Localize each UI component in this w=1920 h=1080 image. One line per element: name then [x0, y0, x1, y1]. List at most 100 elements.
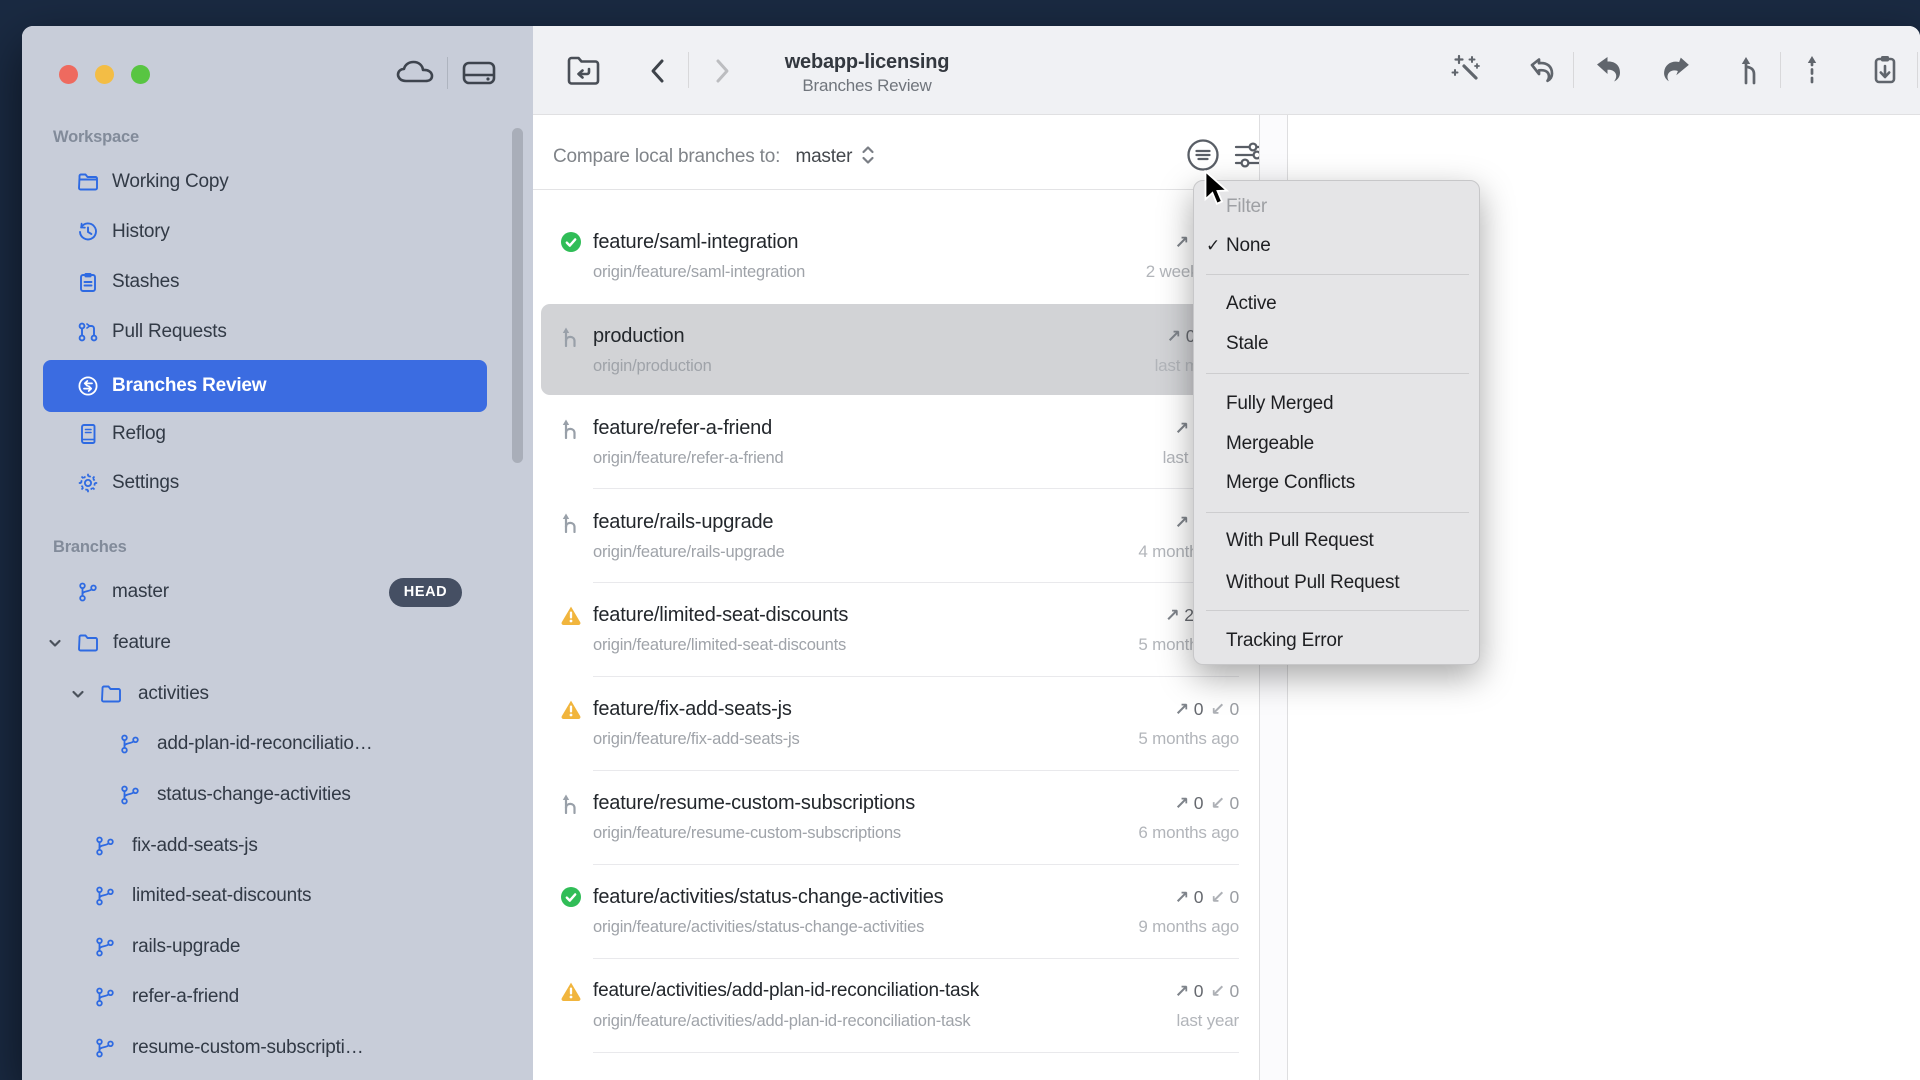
- sidebar-item-stashes[interactable]: Stashes: [22, 262, 533, 302]
- filter-option-stale[interactable]: Stale: [1194, 324, 1479, 364]
- git-branch-icon: [94, 986, 116, 1008]
- stash-icon[interactable]: [1865, 50, 1905, 90]
- app-window: Workspace Working Copy History: [22, 26, 1920, 1080]
- chevron-down-icon[interactable]: [46, 634, 64, 652]
- rebase-icon[interactable]: [1792, 50, 1832, 90]
- ahead-arrow-icon: ↗: [1175, 232, 1189, 252]
- filter-menu-button[interactable]: [1185, 137, 1221, 173]
- branches-review-icon: [77, 375, 99, 397]
- minimize-window-button[interactable]: [95, 65, 114, 84]
- desktop: Workspace Working Copy History: [0, 0, 1920, 1080]
- quick-actions-wand-icon[interactable]: [1447, 50, 1487, 90]
- push-icon[interactable]: [1655, 50, 1695, 90]
- filter-option-without-pull-request[interactable]: Without Pull Request: [1194, 563, 1479, 603]
- filter-option-fully-merged[interactable]: Fully Merged: [1194, 384, 1479, 424]
- merge-icon[interactable]: [1730, 50, 1770, 90]
- sidebar-folder-activities[interactable]: activities: [22, 674, 533, 714]
- local-drive-icon[interactable]: [460, 58, 498, 88]
- ahead-arrow-icon: ↗: [1175, 981, 1189, 1001]
- sidebar-folder-feature[interactable]: feature: [22, 623, 533, 663]
- branch-name: production: [593, 324, 684, 348]
- merge-conflict-warning-icon: [560, 980, 582, 1002]
- branch-row-selected[interactable]: production origin/production ↗ 0↙ 0 last…: [541, 304, 1243, 395]
- checkmark-icon: ✓: [1202, 226, 1224, 266]
- branch-updated: last year: [1177, 1010, 1239, 1032]
- zoom-window-button[interactable]: [131, 65, 150, 84]
- journal-icon: [77, 423, 99, 445]
- history-clock-icon: [77, 221, 99, 243]
- sidebar-branch-refer-a-friend[interactable]: refer-a-friend: [22, 977, 533, 1017]
- merge-conflict-warning-icon: [560, 698, 582, 720]
- branch-name: feature/activities/add-plan-id-reconcili…: [593, 979, 979, 1003]
- back-button[interactable]: [645, 57, 671, 85]
- branch-row[interactable]: feature/resume-custom-subscriptions orig…: [533, 771, 1259, 864]
- branch-row[interactable]: feature/refer-a-friend origin/feature/re…: [533, 396, 1259, 489]
- ahead-arrow-icon: ↗: [1175, 418, 1189, 438]
- branch-updated: 6 months ago: [1138, 822, 1239, 844]
- menu-divider: [1206, 610, 1469, 611]
- sidebar-item-label: History: [112, 212, 170, 252]
- sidebar-item-reflog[interactable]: Reflog: [22, 414, 533, 454]
- branch-origin: origin/feature/activities/add-plan-id-re…: [593, 1010, 970, 1032]
- git-branch-icon: [94, 1037, 116, 1059]
- branch-row[interactable]: feature/fix-add-seats-js origin/feature/…: [533, 677, 1259, 770]
- sidebar-branch-status-change-activities[interactable]: status-change-activities: [22, 775, 533, 815]
- sidebar-item-label: status-change-activities: [157, 775, 351, 815]
- sidebar-item-settings[interactable]: Settings: [22, 463, 533, 503]
- sidebar-item-working-copy[interactable]: Working Copy: [22, 162, 533, 202]
- sidebar-branch-resume-custom-subscriptions[interactable]: resume-custom-subscripti…: [22, 1028, 533, 1068]
- filter-dropdown-menu: Filter ✓ None Active Stale Fully Merged …: [1193, 180, 1480, 665]
- close-window-button[interactable]: [59, 65, 78, 84]
- select-chevrons-icon: [861, 144, 875, 166]
- sidebar-item-pull-requests[interactable]: Pull Requests: [22, 312, 533, 352]
- branch-row[interactable]: feature/activities/status-change-activit…: [533, 865, 1259, 958]
- open-working-copy-icon[interactable]: [562, 53, 606, 89]
- pull-icon[interactable]: [1587, 50, 1627, 90]
- fetch-icon[interactable]: [1520, 50, 1560, 90]
- branch-origin: origin/feature/fix-add-seats-js: [593, 728, 800, 750]
- window-title-block: webapp-licensing Branches Review: [747, 50, 987, 97]
- sidebar-item-history[interactable]: History: [22, 212, 533, 252]
- chevron-down-icon[interactable]: [69, 685, 87, 703]
- branch-name: feature/refer-a-friend: [593, 416, 772, 440]
- branch-name: feature/limited-seat-discounts: [593, 603, 848, 627]
- menu-divider: [1206, 512, 1469, 513]
- behind-arrow-icon: ↙: [1210, 981, 1224, 1001]
- compare-label: Compare local branches to:: [553, 146, 780, 167]
- branch-row[interactable]: feature/saml-integration origin/feature/…: [533, 210, 1259, 303]
- branch-row[interactable]: feature/rails-upgrade origin/feature/rai…: [533, 490, 1259, 583]
- filter-option-none[interactable]: ✓ None: [1194, 226, 1479, 266]
- sidebar-branch-rails-upgrade[interactable]: rails-upgrade: [22, 927, 533, 967]
- filter-option-with-pull-request[interactable]: With Pull Request: [1194, 521, 1479, 561]
- merge-conflict-warning-icon: [560, 604, 582, 626]
- compare-branch-select[interactable]: master: [795, 146, 852, 167]
- sidebar-section-workspace: Workspace: [53, 125, 139, 149]
- fully-merged-icon: [560, 231, 582, 253]
- sidebar-branch-limited-seat-discounts[interactable]: limited-seat-discounts: [22, 876, 533, 916]
- toolbar-separator: [1573, 52, 1574, 88]
- branch-row[interactable]: feature/activities/add-plan-id-reconcili…: [533, 959, 1259, 1052]
- sidebar-item-branches-review[interactable]: Branches Review: [22, 366, 533, 406]
- git-branch-icon: [94, 835, 116, 857]
- sidebar-branch-fix-add-seats-js[interactable]: fix-add-seats-js: [22, 826, 533, 866]
- pull-request-icon: [77, 321, 99, 343]
- sidebar-branch-add-plan-id[interactable]: add-plan-id-reconciliatio…: [22, 724, 533, 764]
- ahead-count: 0: [1194, 887, 1204, 907]
- ahead-behind-counts: ↗ 0↙ 0: [1175, 791, 1239, 815]
- cloud-services-icon[interactable]: [394, 57, 438, 89]
- tracking-branch-icon: [560, 792, 582, 814]
- ahead-behind-counts: ↗ 0↙ 0: [1175, 697, 1239, 721]
- behind-arrow-icon: ↙: [1210, 887, 1224, 907]
- filter-option-active[interactable]: Active: [1194, 284, 1479, 324]
- filter-option-tracking-error[interactable]: Tracking Error: [1194, 621, 1479, 661]
- ahead-arrow-icon: ↗: [1165, 605, 1179, 625]
- forward-button[interactable]: [709, 57, 735, 85]
- tracking-branch-icon: [560, 417, 582, 439]
- folder-icon: [77, 171, 99, 193]
- branch-updated: 9 months ago: [1138, 916, 1239, 938]
- branch-row[interactable]: feature/limited-seat-discounts origin/fe…: [533, 583, 1259, 676]
- filter-option-merge-conflicts[interactable]: Merge Conflicts: [1194, 463, 1479, 503]
- filter-option-mergeable[interactable]: Mergeable: [1194, 424, 1479, 464]
- git-branch-icon: [77, 581, 99, 603]
- ahead-arrow-icon: ↗: [1175, 793, 1189, 813]
